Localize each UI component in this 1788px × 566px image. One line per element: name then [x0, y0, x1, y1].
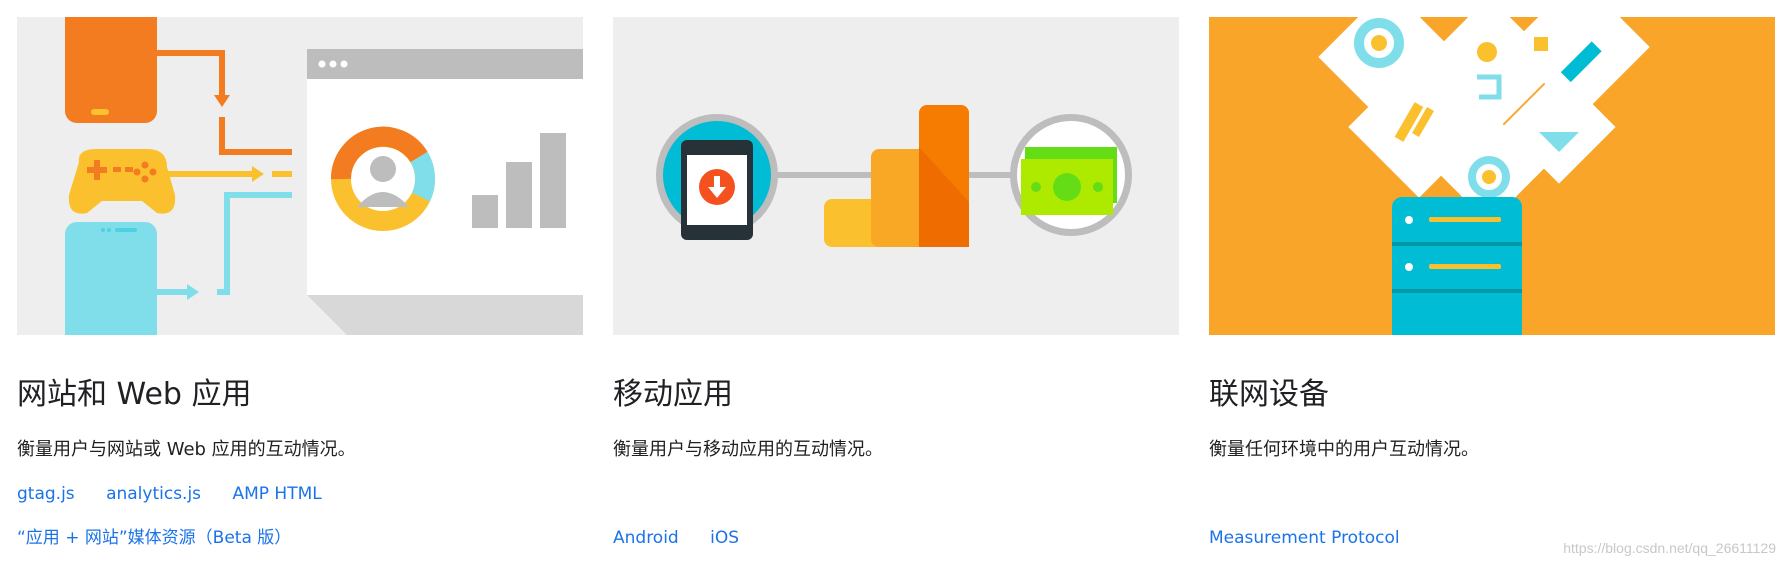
mobile-apps-illustration [613, 17, 1179, 335]
link-analytics-js[interactable]: analytics.js [106, 484, 201, 504]
card-description: 衡量用户与网站或 Web 应用的互动情况。 [17, 439, 356, 460]
link-amp-html[interactable]: AMP HTML [232, 484, 321, 504]
card-title: 联网设备 [1209, 377, 1329, 412]
link-measurement-protocol[interactable]: Measurement Protocol [1209, 528, 1400, 548]
card-title: 网站和 Web 应用 [17, 377, 252, 412]
card-description: 衡量任何环境中的用户互动情况。 [1209, 439, 1479, 460]
connected-devices-illustration [1209, 17, 1775, 335]
websites-illustration [17, 17, 583, 335]
card-websites: 网站和 Web 应用 衡量用户与网站或 Web 应用的互动情况。 gtag.js… [17, 17, 583, 551]
watermark: https://blog.csdn.net/qq_26611129 [1563, 540, 1776, 556]
card-links: Android iOS [613, 525, 1179, 551]
link-gtag-js[interactable]: gtag.js [17, 484, 75, 504]
link-ios[interactable]: iOS [710, 528, 739, 548]
card-mobile-apps: 移动应用 衡量用户与移动应用的互动情况。 Android iOS [613, 17, 1179, 551]
card-links-row2: “应用 + 网站”媒体资源（Beta 版） [17, 525, 583, 551]
link-app-web-property[interactable]: “应用 + 网站”媒体资源（Beta 版） [17, 528, 291, 548]
card-links: gtag.js analytics.js AMP HTML [17, 481, 583, 507]
card-title: 移动应用 [613, 377, 733, 412]
card-description: 衡量用户与移动应用的互动情况。 [613, 439, 883, 460]
link-android[interactable]: Android [613, 528, 679, 548]
card-connected-devices: 联网设备 衡量任何环境中的用户互动情况。 Measurement Protoco… [1209, 17, 1775, 551]
